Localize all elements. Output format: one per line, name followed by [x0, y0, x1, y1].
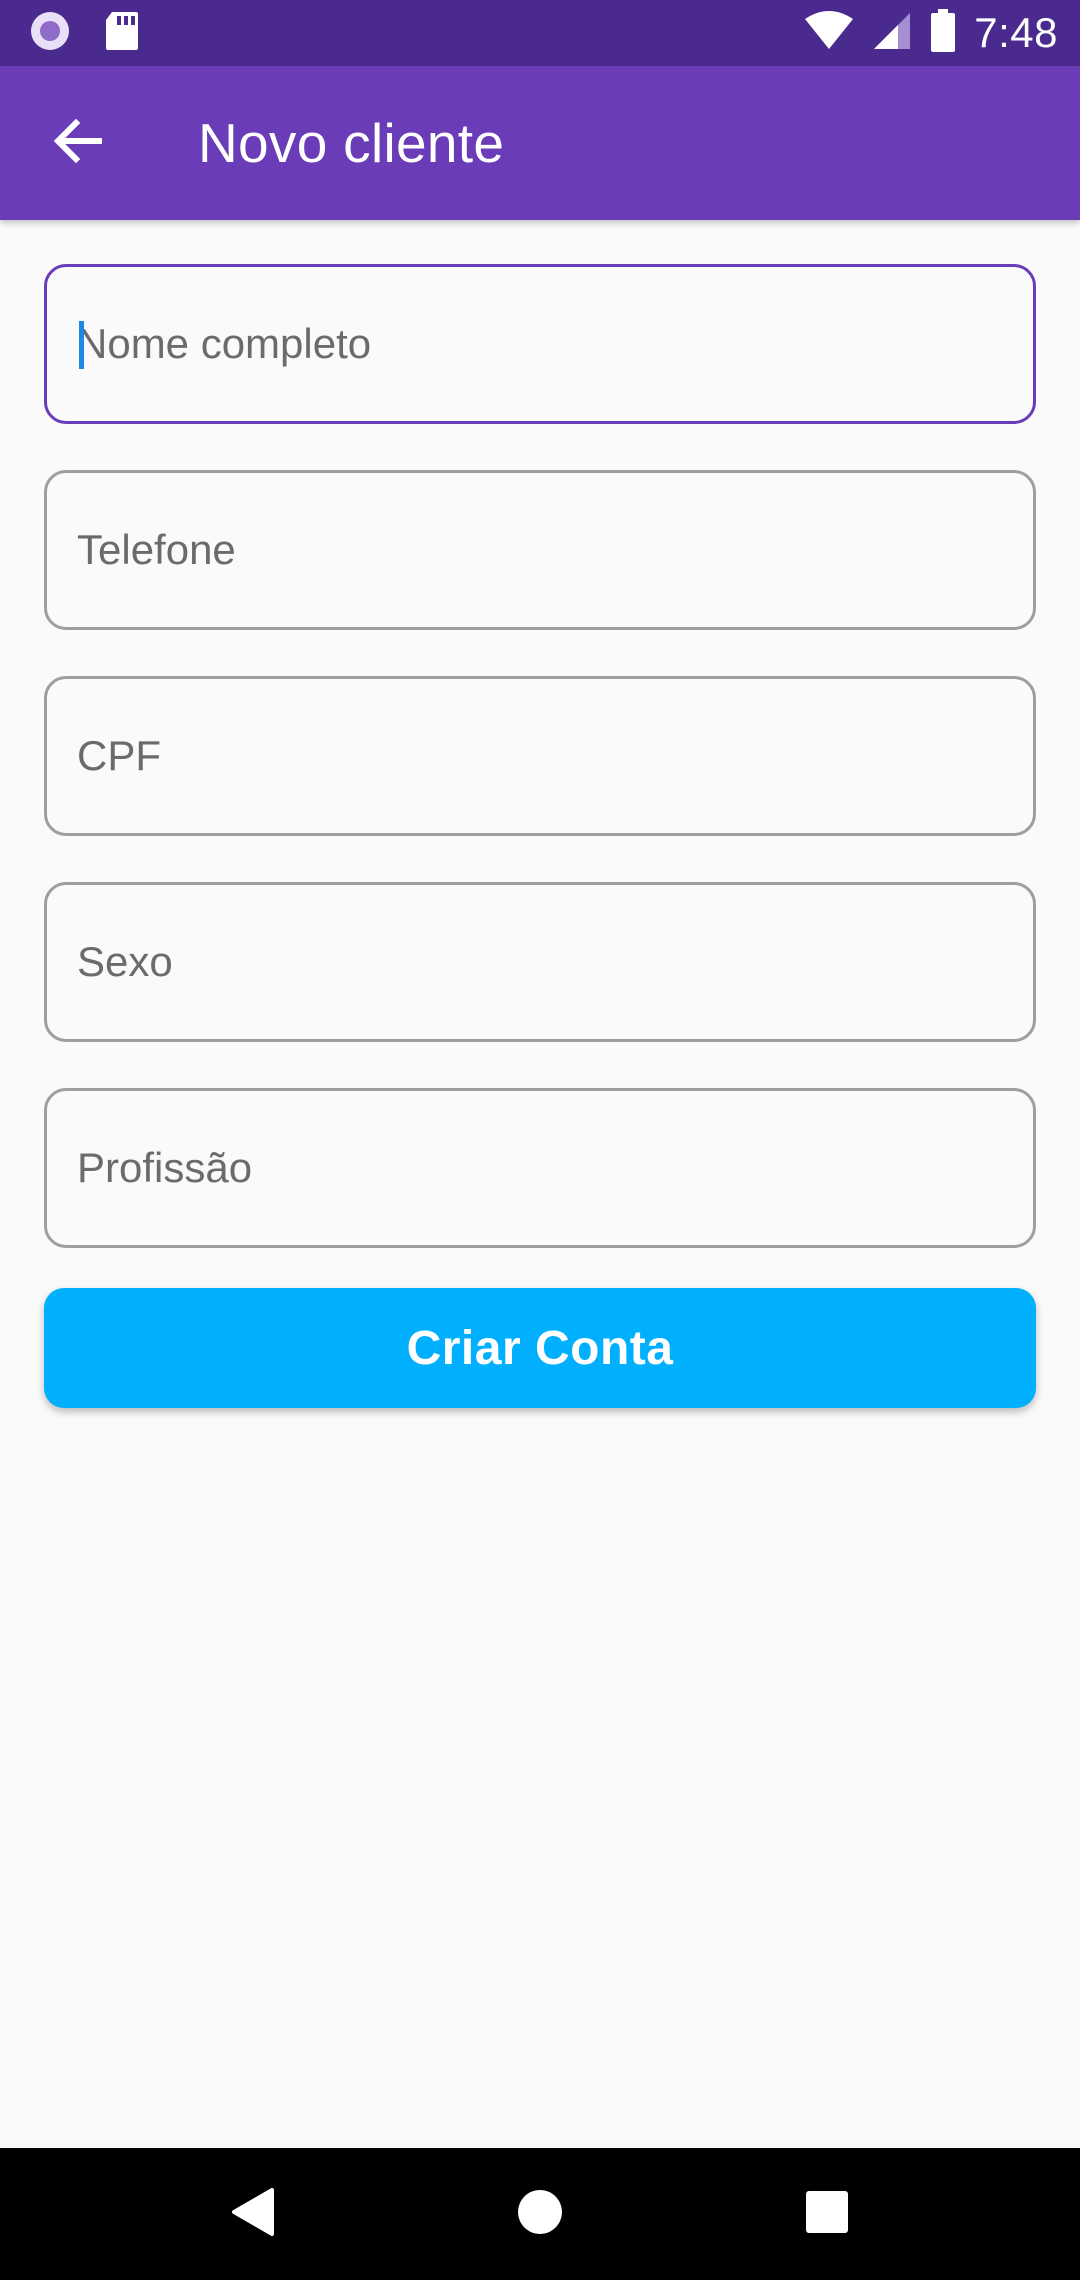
- full-name-input[interactable]: [77, 267, 1033, 421]
- create-account-button[interactable]: Criar Conta: [44, 1288, 1036, 1408]
- full-name-field[interactable]: [44, 264, 1036, 424]
- gender-field[interactable]: [44, 882, 1036, 1042]
- cellular-signal-icon: [872, 11, 912, 56]
- status-left: [28, 9, 172, 58]
- nav-home-icon: [517, 2189, 563, 2240]
- app-bar: Novo cliente: [0, 66, 1080, 220]
- phone-input[interactable]: [77, 473, 1033, 627]
- profession-input[interactable]: [77, 1091, 1033, 1245]
- app-notification-icon: [28, 9, 72, 58]
- status-time: 7:48: [974, 9, 1058, 56]
- gender-input[interactable]: [77, 885, 1033, 1039]
- back-button[interactable]: [0, 66, 154, 220]
- cpf-field[interactable]: [44, 676, 1036, 836]
- text-cursor: [79, 321, 84, 369]
- nav-home-button[interactable]: [480, 2154, 600, 2274]
- battery-icon: [930, 8, 956, 58]
- arrow-back-icon: [52, 118, 102, 169]
- nav-back-button[interactable]: [193, 2154, 313, 2274]
- status-right: 7:48: [786, 8, 1058, 58]
- nav-recents-icon: [805, 2190, 849, 2239]
- nav-recents-button[interactable]: [767, 2154, 887, 2274]
- wifi-icon: [804, 10, 854, 56]
- phone-field[interactable]: [44, 470, 1036, 630]
- nav-back-icon: [230, 2187, 276, 2242]
- profession-field[interactable]: [44, 1088, 1036, 1248]
- status-bar: 7:48: [0, 0, 1080, 66]
- system-nav-bar: [0, 2148, 1080, 2280]
- page-title: Novo cliente: [198, 112, 505, 174]
- cpf-input[interactable]: [77, 679, 1033, 833]
- sd-card-icon: [104, 10, 140, 57]
- new-client-form: Criar Conta: [44, 264, 1036, 1408]
